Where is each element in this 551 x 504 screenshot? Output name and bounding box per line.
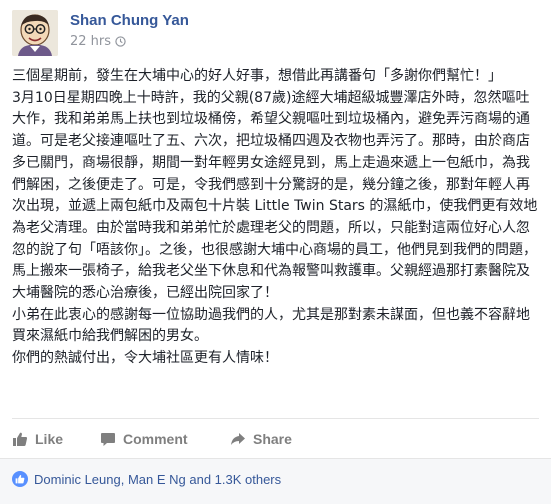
post-paragraph: 3月10日星期四晚上十時許，我的父親(87歲)途經大埔超級城豐澤店外時，忽然嘔吐… (12, 89, 538, 302)
post-paragraph: 小弟在此衷心的感謝每一位協助過我們的人，尤其是那對素未謀面，但也義不容辭地買來濕… (12, 306, 530, 345)
thumbs-up-icon (13, 432, 28, 446)
reactors-text[interactable]: Dominic Leung, Man E Ng and 1.3K others (34, 472, 281, 487)
comment-label: Comment (123, 431, 188, 447)
author-name[interactable]: Shan Chung Yan (70, 12, 189, 29)
clock-icon (115, 36, 126, 47)
post-paragraph: 你們的熱誠付出，令大埔社區更有人情味！ (12, 350, 278, 367)
post-paragraph: 三個星期前，發生在大埔中心的好人好事，想借此再講番句「多謝你們幫忙！」 (12, 68, 502, 84)
share-label: Share (253, 431, 292, 447)
like-label: Like (35, 431, 64, 447)
like-button[interactable]: Like (12, 431, 100, 447)
avatar-cartoon-icon (12, 10, 58, 56)
facebook-post-card: Shan Chung Yan 22 hrs 三個星期前，發生在大埔中心的好人好事… (0, 0, 551, 504)
reactions-summary[interactable]: Dominic Leung, Man E Ng and 1.3K others (12, 471, 281, 487)
author-avatar[interactable] (12, 10, 58, 56)
post-meta: 22 hrs (70, 34, 126, 49)
like-reaction-icon (12, 471, 28, 487)
post-body: 三個星期前，發生在大埔中心的好人好事，想借此再講番句「多謝你們幫忙！」 3月10… (12, 66, 542, 370)
comment-button[interactable]: Comment (100, 431, 230, 447)
share-icon (231, 433, 245, 445)
reactions-bar: Dominic Leung, Man E Ng and 1.3K others (0, 458, 551, 504)
actions-divider (12, 418, 539, 419)
comment-icon (101, 433, 115, 446)
post-actions: Like Comment Share (12, 426, 292, 452)
share-button[interactable]: Share (230, 431, 292, 447)
post-time[interactable]: 22 hrs (70, 34, 111, 49)
